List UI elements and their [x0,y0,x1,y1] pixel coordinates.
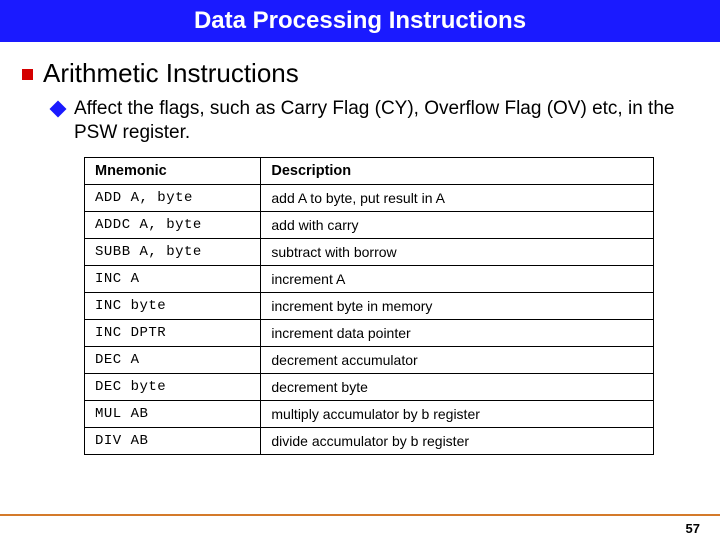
slide-title-bar: Data Processing Instructions [0,0,720,42]
mnemonic-cell: INC A [85,265,261,292]
table-row: INC Aincrement A [85,265,654,292]
square-bullet-icon [22,69,33,80]
instruction-table-wrap: Mnemonic Description ADD A, byteadd A to… [84,157,654,455]
diamond-bullet-icon [50,101,67,118]
instruction-table: Mnemonic Description ADD A, byteadd A to… [84,157,654,455]
sub-text: Affect the flags, such as Carry Flag (CY… [74,97,684,145]
mnemonic-cell: INC DPTR [85,319,261,346]
section-heading: Arithmetic Instructions [43,58,299,89]
mnemonic-cell: DIV AB [85,427,261,454]
col-header-mnemonic: Mnemonic [85,157,261,184]
description-cell: divide accumulator by b register [261,427,654,454]
mnemonic-cell: ADD A, byte [85,184,261,211]
description-cell: increment data pointer [261,319,654,346]
table-row: DEC bytedecrement byte [85,373,654,400]
description-cell: multiply accumulator by b register [261,400,654,427]
table-row: ADD A, byteadd A to byte, put result in … [85,184,654,211]
mnemonic-cell: INC byte [85,292,261,319]
slide: Data Processing Instructions Arithmetic … [0,0,720,540]
page-number: 57 [686,521,700,536]
footer-divider [0,514,720,516]
mnemonic-cell: DEC byte [85,373,261,400]
slide-title: Data Processing Instructions [194,7,526,34]
table-row: MUL ABmultiply accumulator by b register [85,400,654,427]
table-row: INC DPTRincrement data pointer [85,319,654,346]
table-row: DIV ABdivide accumulator by b register [85,427,654,454]
description-cell: increment A [261,265,654,292]
table-row: SUBB A, bytesubtract with borrow [85,238,654,265]
table-row: INC byteincrement byte in memory [85,292,654,319]
mnemonic-cell: DEC A [85,346,261,373]
mnemonic-cell: ADDC A, byte [85,211,261,238]
description-cell: increment byte in memory [261,292,654,319]
description-cell: decrement accumulator [261,346,654,373]
mnemonic-cell: SUBB A, byte [85,238,261,265]
content-area: Arithmetic Instructions Affect the flags… [0,42,720,455]
heading-row: Arithmetic Instructions [22,58,698,89]
description-cell: subtract with borrow [261,238,654,265]
sub-bullet-row: Affect the flags, such as Carry Flag (CY… [52,97,698,145]
table-row: DEC Adecrement accumulator [85,346,654,373]
col-header-description: Description [261,157,654,184]
table-row: ADDC A, byteadd with carry [85,211,654,238]
description-cell: decrement byte [261,373,654,400]
table-header-row: Mnemonic Description [85,157,654,184]
description-cell: add A to byte, put result in A [261,184,654,211]
description-cell: add with carry [261,211,654,238]
mnemonic-cell: MUL AB [85,400,261,427]
